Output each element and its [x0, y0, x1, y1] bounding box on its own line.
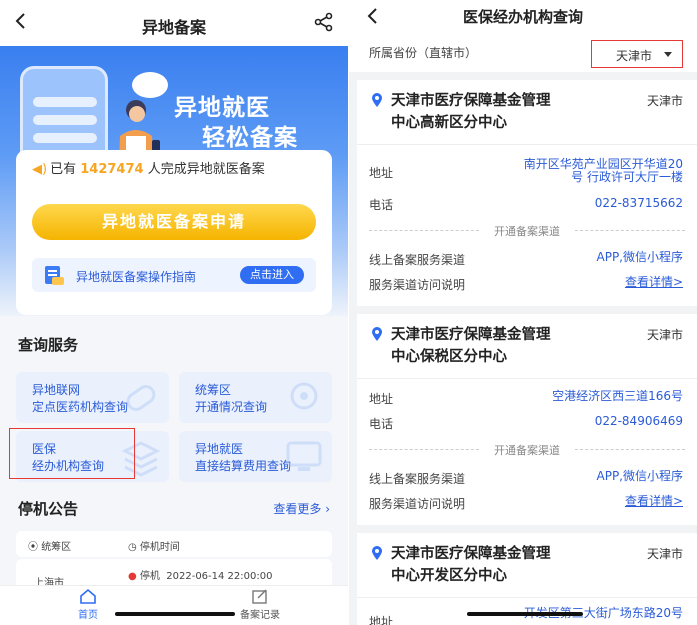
guide-document-icon	[45, 266, 64, 285]
service-settlement-query[interactable]: 异地就医 直接结算费用查询	[179, 431, 332, 482]
query-section-title: 查询服务	[18, 336, 79, 354]
online-channel-value: APP,微信小程序	[596, 469, 684, 483]
time-column-header: ◷ 停机时间	[128, 542, 180, 553]
tab-bar: 首页 备案记录	[0, 585, 348, 625]
check-bubble-icon	[132, 72, 168, 98]
location-pin-icon	[372, 546, 382, 560]
agency-address: 南开区华苑产业园区开华道20 号 行政许可大厅一楼	[523, 157, 683, 184]
view-details-link[interactable]: 查看详情>	[625, 276, 683, 289]
service-network-query[interactable]: 异地联网 定点医药机构查询	[16, 372, 169, 423]
online-channel-label: 线上备案服务渠道	[369, 472, 466, 486]
hero-banner: 异地就医 轻松备案 ◀) 已有 1427474 人完成异地就医备案 异地就医备案申…	[0, 46, 348, 316]
banner-slogan-2: 轻松备案	[202, 125, 298, 151]
home-indicator	[467, 612, 583, 616]
caret-down-icon	[664, 52, 672, 57]
agency-address: 空港经济区西三道166号	[552, 389, 683, 403]
online-channel-value: APP,微信小程序	[596, 250, 684, 264]
agency-city: 天津市	[646, 547, 683, 561]
home-indicator	[115, 612, 235, 616]
guide-banner[interactable]: 异地就医备案操作指南 点击进入	[32, 258, 316, 292]
notice-header: ⦿ 统筹区 ◷ 停机时间	[16, 531, 332, 557]
home-icon	[80, 588, 96, 604]
filing-count: ◀) 已有 1427474 人完成异地就医备案	[32, 162, 265, 177]
channel-divider: 开通备案渠道	[369, 223, 685, 238]
visit-note-label: 服务渠道访问说明	[369, 278, 466, 292]
location-pin-icon	[372, 93, 382, 107]
agency-name: 天津市医疗保障基金管理 中心保税区分中心	[391, 327, 551, 365]
online-channel-label: 线上备案服务渠道	[369, 253, 466, 267]
header: 异地备案	[0, 0, 348, 46]
share-icon[interactable]	[314, 12, 334, 32]
right-screen: 医保经办机构查询 所属省份（直辖市） 天津市 天津市医疗保障基金管理 中心高新区分…	[349, 0, 697, 625]
address-label: 地址	[369, 392, 394, 406]
guide-enter-button[interactable]: 点击进入	[240, 266, 304, 284]
location-icon	[290, 382, 318, 410]
banner-slogan-1: 异地就医	[174, 95, 270, 121]
apply-button[interactable]: 异地就医备案申请	[32, 204, 316, 240]
header: 医保经办机构查询	[349, 0, 697, 36]
see-more-link[interactable]: 查看更多 ›	[273, 500, 330, 517]
pill-icon	[126, 385, 156, 411]
guide-text: 异地就医备案操作指南	[76, 270, 197, 284]
notice-section-title: 停机公告	[18, 500, 79, 518]
address-label: 地址	[369, 615, 394, 625]
tab-records[interactable]: 备案记录	[220, 588, 300, 621]
location-pin-icon	[372, 327, 382, 341]
agency-phone[interactable]: 022-83715662	[595, 197, 683, 210]
service-region-query[interactable]: 统筹区 开通情况查询	[179, 372, 332, 423]
filing-count-number: 1427474	[80, 162, 144, 177]
phone-label: 电话	[369, 198, 394, 212]
phone-label: 电话	[369, 417, 394, 431]
speaker-icon: ◀)	[32, 162, 48, 177]
agency-name: 天津市医疗保障基金管理 中心开发区分中心	[391, 546, 551, 584]
tab-home[interactable]: 首页	[48, 588, 128, 621]
highlight-box	[9, 428, 135, 479]
visit-note-label: 服务渠道访问说明	[369, 497, 466, 511]
monitor-icon	[286, 441, 322, 471]
region-column-header: ⦿ 统筹区	[28, 542, 72, 553]
agency-name: 天津市医疗保障基金管理 中心高新区分中心	[391, 93, 551, 131]
page-title: 医保经办机构查询	[462, 8, 583, 26]
agency-city: 天津市	[646, 94, 683, 108]
channel-divider: 开通备案渠道	[369, 442, 685, 457]
province-label: 所属省份（直辖市）	[369, 46, 478, 60]
page-title: 异地备案	[141, 18, 206, 37]
province-select[interactable]: 天津市	[591, 40, 683, 68]
province-filter: 所属省份（直辖市） 天津市	[349, 36, 697, 72]
agency-card[interactable]: 天津市医疗保障基金管理 中心保税区分中心 天津市 地址 空港经济区西三道166号 …	[357, 314, 697, 525]
address-label: 地址	[369, 166, 394, 180]
filing-card: ◀) 已有 1427474 人完成异地就医备案 异地就医备案申请 异地就医备案操作…	[16, 150, 332, 315]
agency-phone[interactable]: 022-84906469	[595, 415, 683, 428]
left-screen: 异地备案 异地就医 轻松备案 ◀) 已有 1427474 人完成异地就医备案 异地…	[0, 0, 348, 625]
edit-record-icon	[252, 589, 267, 604]
view-details-link[interactable]: 查看详情>	[625, 495, 683, 508]
agency-city: 天津市	[646, 328, 683, 342]
agency-card[interactable]: 天津市医疗保障基金管理 中心高新区分中心 天津市 地址 南开区华苑产业园区开华道2…	[357, 80, 697, 306]
